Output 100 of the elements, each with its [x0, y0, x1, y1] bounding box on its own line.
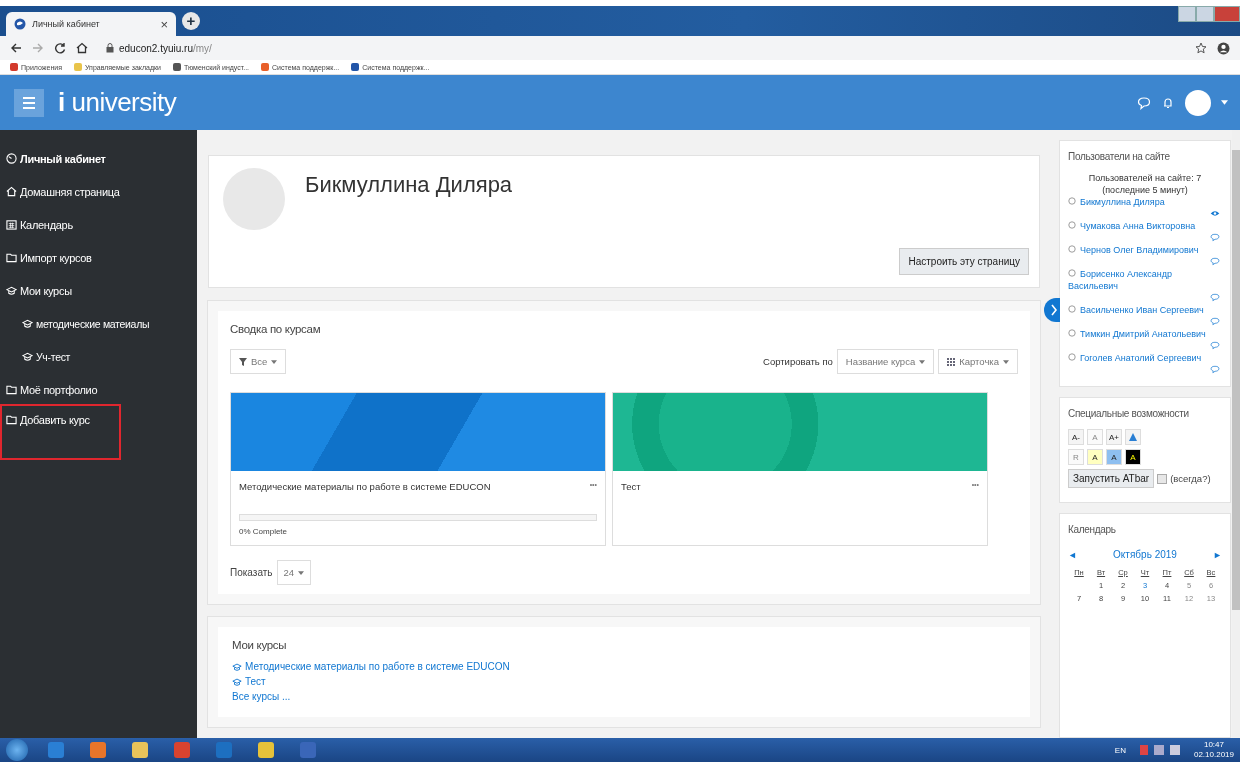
text-style-button[interactable]: A: [1087, 429, 1103, 445]
back-icon[interactable]: [10, 42, 22, 54]
message-icon[interactable]: [1210, 233, 1220, 242]
new-tab-button[interactable]: +: [182, 12, 200, 30]
next-month-button[interactable]: ►: [1213, 549, 1222, 560]
graduation-cap-icon: [22, 318, 33, 329]
forward-icon[interactable]: [32, 42, 44, 54]
user-icon: [1068, 221, 1076, 229]
user-link[interactable]: Гоголев Анатолий Сергеевич: [1068, 352, 1222, 364]
star-icon[interactable]: [1195, 42, 1207, 54]
sidebar-item[interactable]: Домашняя страница: [0, 175, 197, 208]
browser-tab[interactable]: Личный кабинет ×: [6, 12, 176, 36]
clock[interactable]: 10:47 02.10.2019: [1193, 740, 1234, 760]
site-logo[interactable]: i university: [58, 87, 177, 118]
text-style-button[interactable]: R: [1068, 449, 1084, 465]
block-title: Сводка по курсам: [230, 323, 322, 335]
show-label: Показать: [230, 567, 273, 578]
folder-icon: [6, 384, 17, 395]
sidebar-item[interactable]: Календарь: [0, 208, 197, 241]
user-icon: [1068, 245, 1076, 253]
folder-icon: [6, 414, 17, 425]
block-title: Пользователи на сайте: [1068, 151, 1171, 162]
caret-icon: [271, 359, 278, 364]
user-name: Бикмуллина Диляра: [305, 171, 513, 199]
view-dropdown[interactable]: Карточка: [938, 349, 1018, 374]
launch-atbar-button[interactable]: Запустить ATbar: [1068, 469, 1155, 488]
caret-icon: [298, 570, 305, 575]
sidebar-item[interactable]: Добавить курс: [2, 406, 119, 458]
caret-icon[interactable]: [1221, 100, 1228, 105]
menu-button[interactable]: [14, 88, 44, 117]
user-link[interactable]: Бикмуллина Диляра: [1068, 196, 1222, 208]
checkbox[interactable]: [1157, 473, 1168, 484]
text-style-button[interactable]: A: [1106, 449, 1122, 465]
user-icon: [1068, 269, 1076, 277]
sidebar-item[interactable]: Импорт курсов: [0, 241, 197, 274]
caret-icon: [919, 359, 926, 364]
progress-label: 0% Complete: [239, 527, 289, 536]
language-indicator[interactable]: EN: [1114, 745, 1126, 755]
eye-icon[interactable]: [1210, 209, 1220, 218]
user-link[interactable]: Васильченко Иван Сергеевич: [1068, 304, 1222, 316]
color-picker-button[interactable]: [1125, 429, 1141, 445]
filter-dropdown[interactable]: Все: [230, 349, 287, 374]
message-icon[interactable]: [1210, 341, 1220, 350]
folder-icon: [6, 252, 17, 263]
sidebar-item[interactable]: Мои курсы: [0, 274, 197, 307]
customize-page-button[interactable]: Настроить эту страницу: [899, 248, 1029, 275]
calendar-icon: [6, 219, 17, 230]
text-style-button[interactable]: A: [1087, 449, 1103, 465]
month-title[interactable]: Октябрь 2019: [1113, 549, 1177, 560]
chat-icon[interactable]: [1137, 95, 1151, 110]
course-link[interactable]: Тест: [232, 676, 266, 687]
user-icon: [1068, 305, 1076, 313]
text-style-button[interactable]: A+: [1106, 429, 1122, 445]
message-icon[interactable]: [1210, 365, 1220, 374]
taskbar-app-icon[interactable]: [132, 742, 148, 758]
sort-label: Сортировать по: [763, 356, 833, 367]
text-style-button[interactable]: A-: [1068, 429, 1084, 445]
bell-icon[interactable]: [1161, 95, 1175, 110]
home-icon: [6, 186, 17, 197]
message-icon[interactable]: [1210, 293, 1220, 302]
filter-icon: [239, 357, 247, 366]
all-courses-link[interactable]: Все курсы ...: [232, 691, 291, 702]
sidebar-item[interactable]: Моё портфолио: [0, 373, 197, 406]
user-link[interactable]: Чернов Олег Владимирович: [1068, 244, 1222, 256]
window-controls[interactable]: [1178, 6, 1240, 22]
message-icon[interactable]: [1210, 317, 1220, 326]
user-avatar[interactable]: [1185, 89, 1211, 116]
sidebar-item[interactable]: методические матеиалы: [0, 307, 197, 340]
user-link[interactable]: Борисенко Александр Васильевич: [1068, 268, 1222, 292]
paint-icon: [1127, 431, 1139, 443]
page-size-dropdown[interactable]: 24: [276, 560, 312, 585]
graduation-cap-icon: [232, 661, 242, 672]
lock-icon: [106, 43, 114, 53]
start-button[interactable]: [6, 739, 28, 761]
course-link[interactable]: Методические материалы по работе в системе EDUCON: [232, 661, 510, 672]
sidebar-item[interactable]: Личный кабинет: [0, 142, 197, 175]
reload-icon[interactable]: [54, 42, 66, 54]
gauge-icon: [6, 153, 17, 164]
close-icon[interactable]: ×: [160, 16, 168, 32]
sidebar-item[interactable]: Уч-тест: [0, 340, 197, 373]
checkbox-label: (всегда?): [1170, 473, 1211, 484]
globe-icon: [14, 18, 26, 30]
text-style-button[interactable]: A: [1125, 449, 1141, 465]
course-title[interactable]: Тест: [621, 481, 641, 492]
message-icon[interactable]: [1210, 257, 1220, 266]
user-link[interactable]: Тимкин Дмитрий Анатольевич: [1068, 328, 1222, 340]
user-icon: [1068, 329, 1076, 337]
course-title[interactable]: Методические материалы по работе в системе EDUCON: [239, 481, 491, 492]
home-icon[interactable]: [76, 42, 88, 54]
tray-icons[interactable]: [1139, 745, 1180, 755]
account-icon[interactable]: [1217, 41, 1230, 55]
user-link[interactable]: Чумакова Анна Викторовна: [1068, 220, 1222, 232]
online-summary: Пользователей на сайте: 7: [1087, 172, 1203, 184]
sort-dropdown[interactable]: Название курса: [836, 349, 935, 374]
previous-month-button[interactable]: ◄: [1068, 549, 1077, 560]
taskbar-app-icon[interactable]: [258, 742, 274, 758]
caret-icon: [1003, 359, 1009, 364]
drawer-toggle-button[interactable]: [1044, 298, 1060, 322]
graduation-cap-icon: [22, 351, 33, 362]
block-title: Специальные возможности: [1068, 408, 1190, 419]
